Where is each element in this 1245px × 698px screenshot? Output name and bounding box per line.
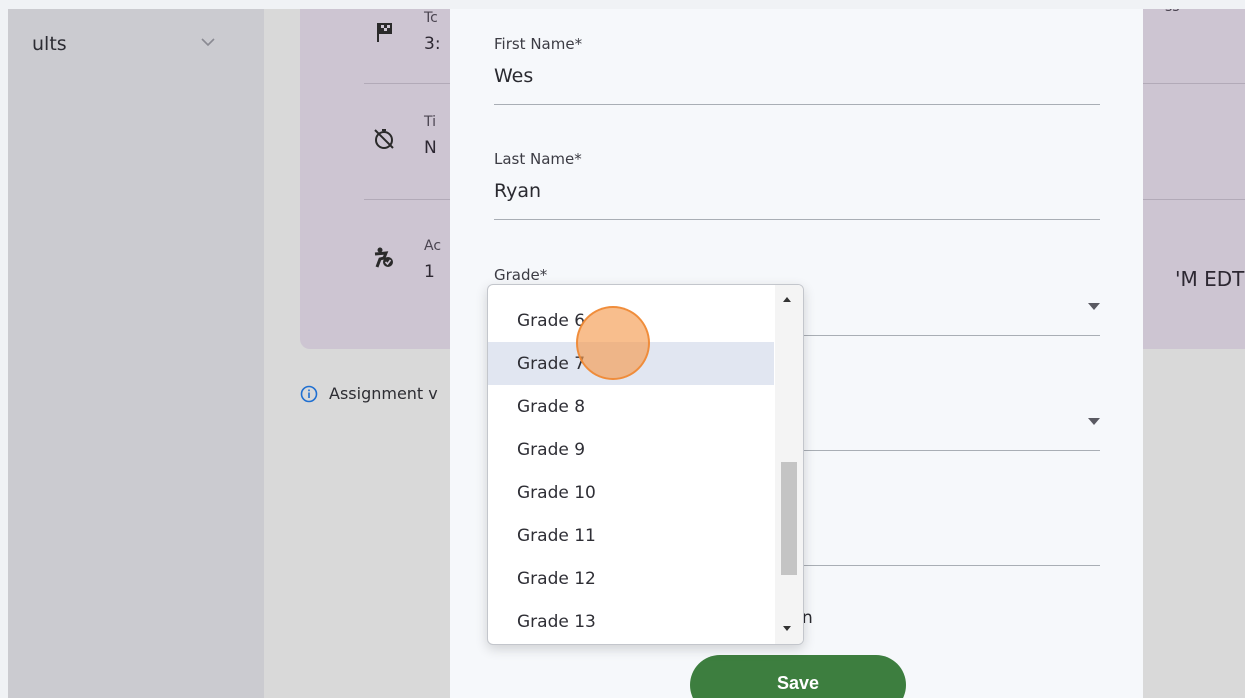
row-value: N: [424, 138, 437, 158]
checkered-flag-icon: [377, 23, 392, 42]
save-button-label: Save: [776, 673, 820, 693]
row-title: Tc: [424, 10, 438, 26]
field-underline: [494, 104, 1100, 105]
click-indicator: [576, 306, 650, 380]
due-time: 'M EDT: [1175, 267, 1245, 291]
assignment-note-text: Assignment v: [329, 384, 438, 403]
last-name-value[interactable]: Ryan: [494, 180, 541, 202]
save-button[interactable]: Save: [690, 655, 906, 698]
scroll-down-arrow-icon[interactable]: [783, 626, 791, 631]
row-value: 3:: [424, 34, 441, 54]
dropdown-option-grade-12[interactable]: Grade 12: [488, 557, 774, 600]
last-name-field[interactable]: Last Name* Ryan: [494, 150, 1100, 230]
caret-down-icon[interactable]: [1088, 303, 1100, 310]
sidebar-item-label: ults: [32, 33, 67, 55]
caret-down-icon[interactable]: [1088, 418, 1100, 425]
dropdown-option-grade-9[interactable]: Grade 9: [488, 428, 774, 471]
option-label: Grade 8: [517, 397, 586, 417]
option-label: Grade 13: [517, 612, 596, 632]
right-caption: ss: [1165, 9, 1180, 15]
option-label: Grade 6: [517, 311, 586, 331]
row-value: 1: [424, 262, 435, 282]
dropdown-scrollbar[interactable]: [775, 285, 803, 644]
dropdown-option-grade-13[interactable]: Grade 13: [488, 600, 774, 643]
field-underline: [494, 219, 1100, 220]
grade-label: Grade*: [494, 266, 548, 284]
dropdown-option-grade-11[interactable]: Grade 11: [488, 514, 774, 557]
option-label: Grade 7: [517, 354, 586, 374]
option-label: Grade 12: [517, 569, 596, 589]
first-name-field[interactable]: First Name* Wes: [494, 35, 1100, 115]
scrollbar-thumb[interactable]: [781, 462, 797, 575]
first-name-value[interactable]: Wes: [494, 65, 533, 87]
first-name-label: First Name*: [494, 35, 583, 53]
scroll-up-arrow-icon[interactable]: [783, 297, 791, 302]
chevron-down-icon: [201, 38, 215, 47]
sidebar: ults: [8, 9, 264, 698]
accessibility-icon: [374, 247, 393, 268]
timer-off-icon: [374, 129, 394, 149]
option-label: Grade 11: [517, 526, 596, 546]
row-title: Ac: [424, 238, 442, 254]
dropdown-option-grade-10[interactable]: Grade 10: [488, 471, 774, 514]
last-name-label: Last Name*: [494, 150, 582, 168]
option-label: Grade 10: [517, 483, 596, 503]
dropdown-option-grade-8[interactable]: Grade 8: [488, 385, 774, 428]
row-title: Ti: [424, 114, 437, 130]
option-label: Grade 9: [517, 440, 586, 460]
info-icon: [300, 385, 318, 403]
sidebar-item-results[interactable]: ults: [8, 27, 248, 61]
